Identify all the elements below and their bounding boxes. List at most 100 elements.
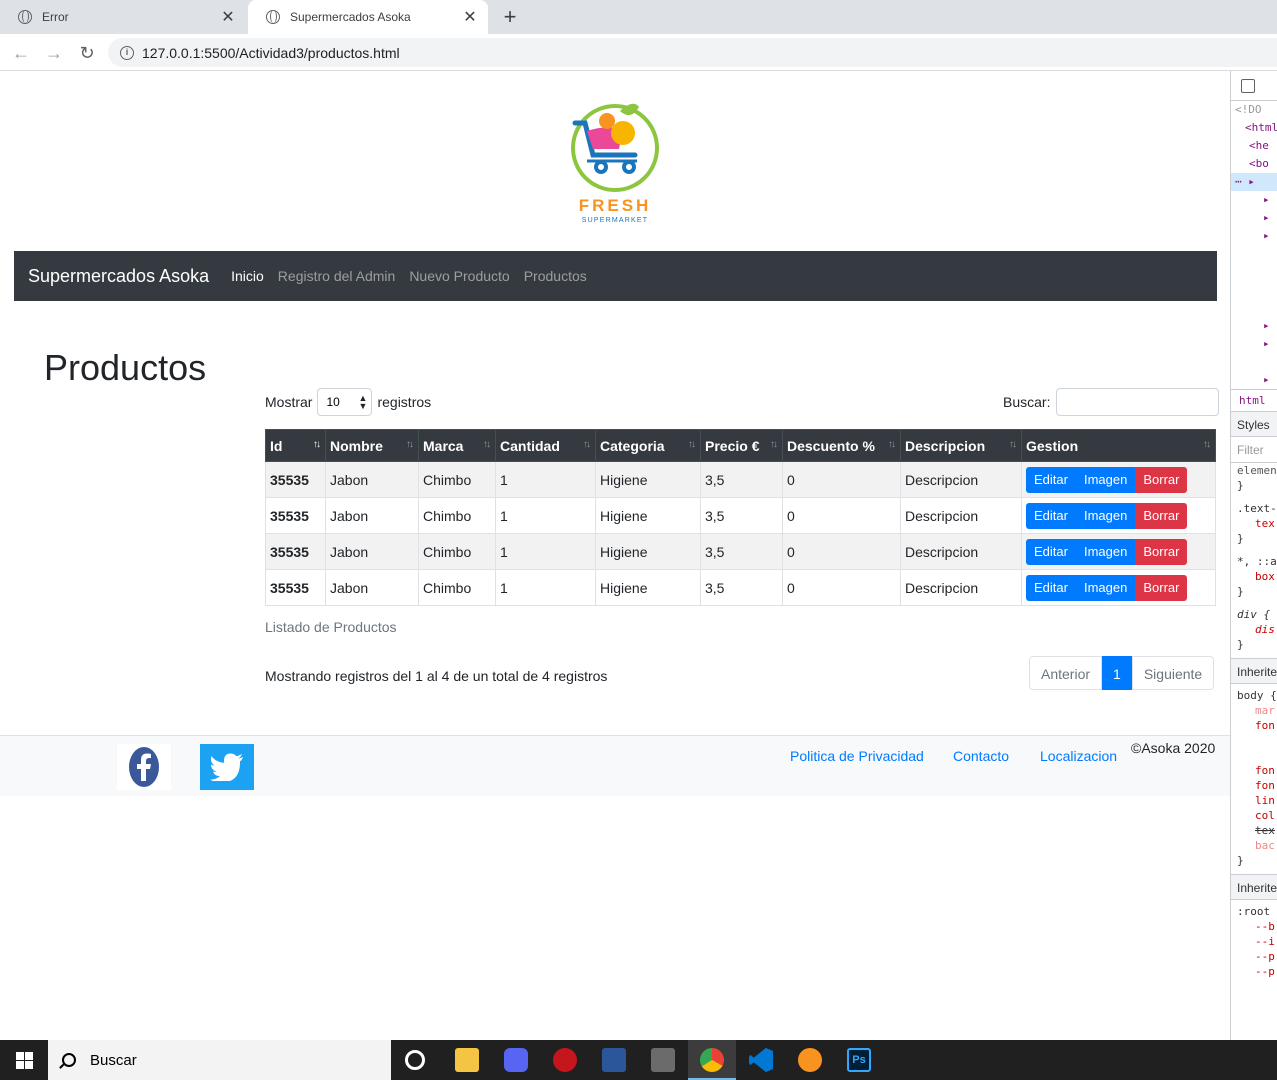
start-button[interactable] bbox=[0, 1040, 48, 1080]
footer-link-contacto[interactable]: Contacto bbox=[953, 748, 1009, 764]
back-icon[interactable]: ← bbox=[9, 41, 33, 65]
browser-tab-active[interactable]: Supermercados Asoka ✕ bbox=[248, 0, 488, 34]
dom-node[interactable]: <!DO bbox=[1231, 101, 1277, 119]
delete-button[interactable]: Borrar bbox=[1135, 574, 1188, 601]
css-rule: div { bbox=[1237, 608, 1271, 621]
new-tab-icon[interactable]: + bbox=[498, 4, 522, 30]
cell-categoria: Higiene bbox=[595, 533, 701, 570]
table-row: 35535 Jabon Chimbo 1 Higiene 3,5 0 Descr… bbox=[265, 461, 1216, 498]
vscode-icon[interactable] bbox=[749, 1048, 773, 1072]
dom-node-selected[interactable]: ⋯ ▸ bbox=[1231, 173, 1277, 191]
sort-icon: ↑↓ bbox=[770, 439, 778, 450]
footer-link-localizacion[interactable]: Localizacion bbox=[1040, 748, 1117, 764]
word-icon[interactable] bbox=[602, 1048, 626, 1072]
file-explorer-icon[interactable] bbox=[455, 1048, 479, 1072]
pagination-next[interactable]: Siguiente bbox=[1131, 656, 1215, 690]
dom-node[interactable] bbox=[1231, 263, 1277, 281]
sort-icon: ↑↓ bbox=[313, 439, 321, 450]
close-tab-icon[interactable]: ✕ bbox=[220, 7, 236, 27]
twitter-icon[interactable] bbox=[200, 744, 254, 790]
pagination-page-1[interactable]: 1 bbox=[1102, 656, 1132, 690]
dom-node[interactable]: ▸ bbox=[1231, 191, 1277, 209]
app-red-icon[interactable] bbox=[553, 1048, 577, 1072]
table-length-control: Mostrar 10 ▲ ▼ registros bbox=[265, 388, 431, 416]
column-header-descripcion[interactable]: Descripcion ↑↓ bbox=[900, 429, 1022, 462]
image-button[interactable]: Imagen bbox=[1075, 538, 1136, 565]
site-info-icon[interactable]: i bbox=[120, 45, 134, 60]
css-rule: } bbox=[1237, 638, 1244, 651]
column-header-id[interactable]: Id ↑↓ bbox=[265, 429, 326, 462]
dom-node[interactable] bbox=[1231, 353, 1277, 371]
cell-marca: Chimbo bbox=[418, 497, 496, 534]
dom-node[interactable]: <bo bbox=[1231, 155, 1277, 173]
calculator-icon[interactable] bbox=[651, 1048, 675, 1072]
column-header-marca[interactable]: Marca ↑↓ bbox=[418, 429, 496, 462]
delete-button[interactable]: Borrar bbox=[1135, 466, 1188, 493]
photoshop-icon[interactable]: Ps bbox=[847, 1048, 871, 1072]
column-header-cantidad[interactable]: Cantidad ↑↓ bbox=[495, 429, 596, 462]
close-tab-icon[interactable]: ✕ bbox=[462, 7, 478, 27]
table-caption: Listado de Productos bbox=[265, 619, 397, 635]
css-rule bbox=[1231, 748, 1277, 763]
css-property: mar bbox=[1255, 704, 1275, 717]
dom-node[interactable]: ▸ bbox=[1231, 227, 1277, 245]
page-length-select[interactable]: 10 bbox=[317, 388, 373, 416]
image-button[interactable]: Imagen bbox=[1075, 574, 1136, 601]
nav-link-nuevo-producto[interactable]: Nuevo Producto bbox=[409, 268, 509, 284]
dom-node[interactable]: ▸ bbox=[1231, 317, 1277, 335]
edit-button[interactable]: Editar bbox=[1026, 538, 1076, 565]
delete-button[interactable]: Borrar bbox=[1135, 538, 1188, 565]
devtools-breadcrumb[interactable]: html bbox=[1231, 389, 1277, 411]
edit-button[interactable]: Editar bbox=[1026, 574, 1076, 601]
image-button[interactable]: Imagen bbox=[1075, 502, 1136, 529]
sort-icon: ↑↓ bbox=[483, 439, 491, 450]
column-header-gestion[interactable]: Gestion ↑↓ bbox=[1021, 429, 1216, 462]
discord-icon[interactable] bbox=[504, 1048, 528, 1072]
column-header-categoria[interactable]: Categoria ↑↓ bbox=[595, 429, 701, 462]
cortana-icon[interactable] bbox=[405, 1050, 425, 1070]
dom-node[interactable]: <html bbox=[1231, 119, 1277, 137]
search-input[interactable] bbox=[1056, 388, 1220, 416]
cell-descuento: 0 bbox=[782, 533, 901, 570]
reload-icon[interactable]: ↻ bbox=[75, 41, 99, 65]
dom-node[interactable]: ▸ bbox=[1231, 335, 1277, 353]
cell-cantidad: 1 bbox=[495, 497, 596, 534]
app-orange-icon[interactable] bbox=[798, 1048, 822, 1072]
dom-node[interactable] bbox=[1231, 281, 1277, 299]
url-input[interactable]: i 127.0.0.1:5500/Actividad3/productos.ht… bbox=[108, 38, 1277, 67]
dom-node[interactable] bbox=[1231, 245, 1277, 263]
column-header-precio[interactable]: Precio € ↑↓ bbox=[700, 429, 783, 462]
cell-gestion: Editar Imagen Borrar bbox=[1021, 569, 1216, 606]
edit-button[interactable]: Editar bbox=[1026, 466, 1076, 493]
taskbar-search[interactable]: Buscar bbox=[48, 1040, 391, 1080]
css-rule: } bbox=[1237, 585, 1244, 598]
sort-icon: ↑↓ bbox=[1009, 439, 1017, 450]
column-header-descuento[interactable]: Descuento % ↑↓ bbox=[782, 429, 901, 462]
search-label: Buscar: bbox=[1003, 394, 1051, 410]
footer-link-privacidad[interactable]: Politica de Privacidad bbox=[790, 748, 924, 764]
browser-tab-error[interactable]: Error ✕ bbox=[0, 0, 246, 34]
nav-link-productos[interactable]: Productos bbox=[524, 268, 587, 284]
edit-button[interactable]: Editar bbox=[1026, 502, 1076, 529]
cell-precio: 3,5 bbox=[700, 533, 783, 570]
image-button[interactable]: Imagen bbox=[1075, 466, 1136, 493]
column-header-nombre[interactable]: Nombre ↑↓ bbox=[325, 429, 419, 462]
pagination-previous[interactable]: Anterior bbox=[1029, 656, 1103, 690]
dom-node[interactable]: ▸ bbox=[1231, 371, 1277, 389]
inspect-element-icon[interactable] bbox=[1241, 79, 1255, 93]
styles-filter-input[interactable]: Filter bbox=[1231, 437, 1277, 463]
dom-node[interactable] bbox=[1231, 299, 1277, 317]
navbar-brand[interactable]: Supermercados Asoka bbox=[28, 266, 209, 287]
nav-link-inicio[interactable]: Inicio bbox=[231, 268, 264, 284]
sort-icon: ↑↓ bbox=[1203, 439, 1211, 450]
cell-descuento: 0 bbox=[782, 497, 901, 534]
dom-node[interactable]: <he bbox=[1231, 137, 1277, 155]
facebook-icon[interactable] bbox=[117, 744, 171, 790]
cell-descripcion: Descripcion bbox=[900, 461, 1022, 498]
nav-link-registro-admin[interactable]: Registro del Admin bbox=[278, 268, 396, 284]
styles-tab[interactable]: Styles bbox=[1231, 411, 1277, 437]
delete-button[interactable]: Borrar bbox=[1135, 502, 1188, 529]
dom-node[interactable]: ▸ bbox=[1231, 209, 1277, 227]
forward-icon[interactable]: → bbox=[42, 41, 66, 65]
css-rule: elemen bbox=[1237, 464, 1277, 477]
